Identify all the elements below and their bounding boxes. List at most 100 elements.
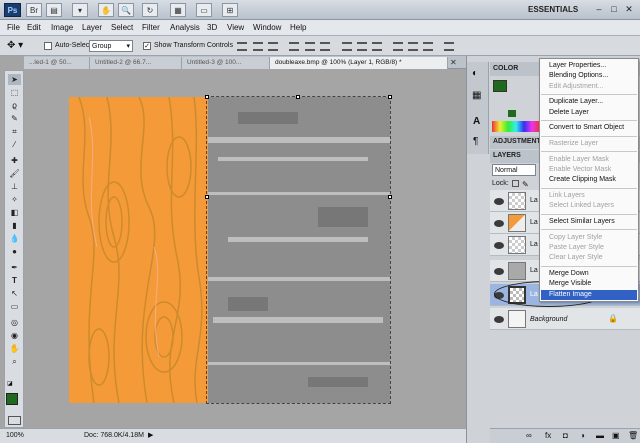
transform-handle[interactable] <box>205 95 209 99</box>
maximize-button[interactable]: □ <box>607 3 621 16</box>
clone-stamp-tool-icon[interactable]: ⊥ <box>8 181 21 192</box>
distribute-hcenter-icon[interactable] <box>408 42 418 51</box>
menu-filter[interactable]: Filter <box>142 22 160 34</box>
quick-mask-icon[interactable] <box>8 416 21 425</box>
marquee-tool-icon[interactable]: ⬚ <box>8 87 21 98</box>
ctx-item-select-similar-layers[interactable]: Select Similar Layers <box>549 217 637 227</box>
eyedropper-tool-icon[interactable]: ⁄ <box>8 139 21 150</box>
align-right-icon[interactable] <box>320 42 330 51</box>
3d-rotate-tool-icon[interactable]: ◎ <box>8 317 21 328</box>
shape-tool-icon[interactable]: ▭ <box>8 301 21 312</box>
move-tool-icon[interactable]: ✥ ▾ <box>7 40 33 52</box>
show-transform-checkbox[interactable]: ✓ <box>143 42 151 50</box>
dodge-tool-icon[interactable]: ● <box>8 246 21 257</box>
arrange-documents-icon[interactable]: ▦ <box>170 3 186 17</box>
transform-handle[interactable] <box>205 195 209 199</box>
foreground-color-swatch[interactable] <box>6 393 18 405</box>
menu-edit[interactable]: Edit <box>27 22 41 34</box>
zoom-tool-icon[interactable]: 🔍 <box>118 3 134 17</box>
pen-tool-icon[interactable]: ✒ <box>8 262 21 273</box>
transform-handle[interactable] <box>388 95 392 99</box>
ctx-item-layer-properties[interactable]: Layer Properties... <box>549 61 637 71</box>
brush-tool-icon[interactable]: 🖌 <box>8 168 21 179</box>
align-vcenter-icon[interactable] <box>253 42 263 51</box>
blend-mode-dropdown[interactable]: Normal <box>492 164 536 176</box>
swatches-panel-icon[interactable]: ▦ <box>472 90 481 101</box>
ctx-item-convert-to-smart-object[interactable]: Convert to Smart Object <box>549 123 637 133</box>
close-icon[interactable]: ✕ <box>450 58 457 67</box>
link-layers-icon[interactable]: ∞ <box>526 431 532 440</box>
workspace-switcher[interactable]: ESSENTIALS <box>528 3 588 17</box>
menu-analysis[interactable]: Analysis <box>170 22 200 34</box>
tab-layers[interactable]: LAYERS <box>493 150 521 162</box>
history-brush-tool-icon[interactable]: ✧ <box>8 194 21 205</box>
hand-tool-icon[interactable]: ✋ <box>98 3 114 17</box>
layer-mask-icon[interactable]: ◘ <box>563 431 568 440</box>
layer-style-icon[interactable]: fx <box>545 431 551 440</box>
move-tool-icon[interactable]: ➤ <box>8 74 21 85</box>
ctx-item-merge-down[interactable]: Merge Down <box>549 269 637 279</box>
color-panel-foreground-swatch[interactable] <box>493 80 507 92</box>
character-panel-icon[interactable]: A <box>473 116 480 127</box>
transform-handle[interactable] <box>296 95 300 99</box>
ctx-item-create-clipping-mask[interactable]: Create Clipping Mask <box>549 175 637 185</box>
align-bottom-icon[interactable] <box>268 42 278 51</box>
tab-doubleaxe[interactable]: doubleaxe.bmp @ 100% (Layer 1, RGB/8) * <box>270 57 448 69</box>
eraser-tool-icon[interactable]: ◧ <box>8 207 21 218</box>
eye-icon[interactable] <box>494 220 504 227</box>
blur-tool-icon[interactable]: 💧 <box>8 233 21 244</box>
lock-image-icon[interactable]: ✎ <box>522 180 529 189</box>
default-colors-icon[interactable]: ◪ <box>7 380 14 387</box>
transform-handle[interactable] <box>388 195 392 199</box>
ctx-item-duplicate-layer[interactable]: Duplicate Layer... <box>549 97 637 107</box>
status-arrow-icon[interactable]: ▶ <box>148 431 153 439</box>
ctx-item-flatten-image[interactable]: Flatten Image <box>541 289 637 300</box>
eye-icon[interactable] <box>494 316 504 323</box>
quick-select-tool-icon[interactable]: ✎ <box>8 113 21 124</box>
gradient-tool-icon[interactable]: ▮ <box>8 220 21 231</box>
menu-file[interactable]: File <box>7 22 20 34</box>
lock-transparency-icon[interactable] <box>512 180 519 187</box>
close-button[interactable]: ✕ <box>622 3 636 16</box>
bridge-icon[interactable]: Br <box>26 3 42 17</box>
adjustment-layer-icon[interactable]: ◑ <box>580 431 585 440</box>
minimize-button[interactable]: – <box>592 3 606 16</box>
type-tool-icon[interactable]: T <box>8 275 21 286</box>
ctx-item-blending-options[interactable]: Blending Options... <box>549 71 637 81</box>
distribute-right-icon[interactable] <box>423 42 433 51</box>
tab-untitled-3[interactable]: Untitled-3 @ 100... <box>182 57 270 69</box>
eye-icon[interactable] <box>494 198 504 205</box>
menu-3d[interactable]: 3D <box>207 22 217 34</box>
tab-adjustments[interactable]: ADJUSTMENT <box>493 136 541 148</box>
tab-untitled-2[interactable]: Untitled-2 @ 66.7... <box>90 57 182 69</box>
auto-select-checkbox[interactable] <box>44 42 52 50</box>
paragraph-panel-icon[interactable]: ¶ <box>473 136 478 147</box>
tab-color[interactable]: COLOR <box>493 63 518 75</box>
menu-help[interactable]: Help <box>290 22 306 34</box>
align-hcenter-icon[interactable] <box>305 42 315 51</box>
menu-window[interactable]: Window <box>253 22 281 34</box>
lasso-tool-icon[interactable]: ϱ <box>8 100 21 111</box>
ctx-item-delete-layer[interactable]: Delete Layer <box>549 108 637 118</box>
align-top-icon[interactable] <box>237 42 247 51</box>
3d-camera-tool-icon[interactable]: ◉ <box>8 330 21 341</box>
path-select-tool-icon[interactable]: ↖ <box>8 288 21 299</box>
ctx-item-merge-visible[interactable]: Merge Visible <box>549 279 637 289</box>
zoom-level-icon[interactable]: ▾ <box>72 3 88 17</box>
rotate-view-icon[interactable]: ↻ <box>142 3 158 17</box>
new-layer-icon[interactable]: ▣ <box>612 431 620 440</box>
menu-select[interactable]: Select <box>111 22 133 34</box>
hand-tool-icon[interactable]: ✋ <box>8 343 21 354</box>
zoom-level[interactable]: 100% <box>6 432 24 439</box>
distribute-left-icon[interactable] <box>393 42 403 51</box>
distribute-bottom-icon[interactable] <box>372 42 382 51</box>
menu-layer[interactable]: Layer <box>82 22 102 34</box>
healing-brush-tool-icon[interactable]: ✚ <box>8 155 21 166</box>
distribute-top-icon[interactable] <box>342 42 352 51</box>
color-spectrum-bar[interactable] <box>492 121 540 132</box>
trash-icon[interactable]: 🗑 <box>628 431 638 440</box>
eye-icon[interactable] <box>494 242 504 249</box>
tab-untitled-1[interactable]: ...led-1 @ 50... <box>24 57 90 69</box>
eye-icon[interactable] <box>494 268 504 275</box>
mini-bridge-icon[interactable]: ▤ <box>46 3 62 17</box>
